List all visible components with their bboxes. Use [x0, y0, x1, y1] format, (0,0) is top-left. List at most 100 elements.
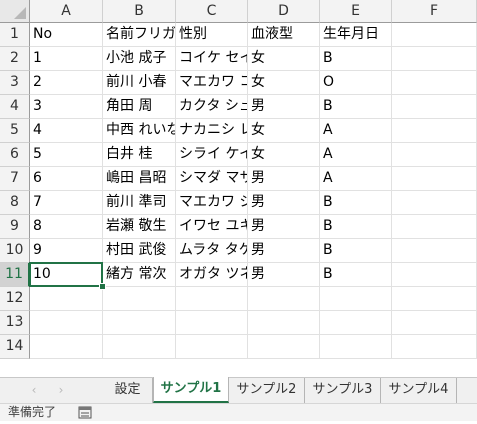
tab-scroll-left-icon[interactable]: ‹	[26, 382, 42, 398]
cell-e1[interactable]: 生年月日	[320, 23, 392, 47]
cell-e5[interactable]: A	[320, 119, 392, 143]
column-header-a[interactable]: A	[30, 0, 103, 23]
cell-f9[interactable]	[392, 215, 477, 239]
cell-c1[interactable]: 性別	[176, 23, 248, 47]
row-header-6[interactable]: 6	[0, 143, 30, 167]
cell-f7[interactable]	[392, 167, 477, 191]
column-header-e[interactable]: E	[320, 0, 392, 23]
cell-c2[interactable]: コイケ セイコ	[176, 47, 248, 71]
cell-a7[interactable]: 6	[30, 167, 103, 191]
cell-f3[interactable]	[392, 71, 477, 95]
cell-e14[interactable]	[320, 335, 392, 359]
cell-e8[interactable]: B	[320, 191, 392, 215]
cell-f14[interactable]	[392, 335, 477, 359]
cell-c5[interactable]: ナカニシ レイナ	[176, 119, 248, 143]
cell-b11[interactable]: 緒方 常次	[103, 263, 176, 287]
cell-e3[interactable]: O	[320, 71, 392, 95]
row-header-9[interactable]: 9	[0, 215, 30, 239]
cell-e9[interactable]: B	[320, 215, 392, 239]
cell-a8[interactable]: 7	[30, 191, 103, 215]
cell-d12[interactable]	[248, 287, 320, 311]
cell-e6[interactable]: A	[320, 143, 392, 167]
cell-b2[interactable]: 小池 成子	[103, 47, 176, 71]
cell-d7[interactable]: 男	[248, 167, 320, 191]
cell-b7[interactable]: 嶋田 昌昭	[103, 167, 176, 191]
cell-a9[interactable]: 8	[30, 215, 103, 239]
cell-e10[interactable]: B	[320, 239, 392, 263]
cell-f5[interactable]	[392, 119, 477, 143]
cell-e13[interactable]	[320, 311, 392, 335]
cell-e11[interactable]: B	[320, 263, 392, 287]
cell-d13[interactable]	[248, 311, 320, 335]
cell-a13[interactable]	[30, 311, 103, 335]
cell-a10[interactable]: 9	[30, 239, 103, 263]
row-header-14[interactable]: 14	[0, 335, 30, 359]
select-all-button[interactable]	[0, 0, 30, 23]
cell-f4[interactable]	[392, 95, 477, 119]
cell-e2[interactable]: B	[320, 47, 392, 71]
cell-d6[interactable]: 女	[248, 143, 320, 167]
row-header-2[interactable]: 2	[0, 47, 30, 71]
row-header-3[interactable]: 3	[0, 71, 30, 95]
cell-e7[interactable]: A	[320, 167, 392, 191]
cell-c7[interactable]: シマダ マサアキ	[176, 167, 248, 191]
column-header-d[interactable]: D	[248, 0, 320, 23]
cell-d2[interactable]: 女	[248, 47, 320, 71]
cell-b1[interactable]: 名前フリガナ	[103, 23, 176, 47]
sheet-tab-5[interactable]: サンプル4	[381, 378, 457, 403]
cell-d11[interactable]: 男	[248, 263, 320, 287]
cell-d8[interactable]: 男	[248, 191, 320, 215]
cell-a2[interactable]: 1	[30, 47, 103, 71]
sheet-tab-3[interactable]: サンプル2	[229, 378, 305, 403]
cell-c12[interactable]	[176, 287, 248, 311]
cell-e12[interactable]	[320, 287, 392, 311]
sheet-tab-1[interactable]: 設定	[103, 378, 153, 403]
cell-c9[interactable]: イワセ ユキオ	[176, 215, 248, 239]
cell-d9[interactable]: 男	[248, 215, 320, 239]
cell-b10[interactable]: 村田 武俊	[103, 239, 176, 263]
row-header-10[interactable]: 10	[0, 239, 30, 263]
cell-b9[interactable]: 岩瀬 敬生	[103, 215, 176, 239]
cell-b8[interactable]: 前川 準司	[103, 191, 176, 215]
row-header-7[interactable]: 7	[0, 167, 30, 191]
column-header-b[interactable]: B	[103, 0, 176, 23]
cell-d3[interactable]: 女	[248, 71, 320, 95]
row-header-8[interactable]: 8	[0, 191, 30, 215]
worksheet-grid[interactable]: ABCDEF 1No名前フリガナ性別血液型生年月日21小池 成子コイケ セイコ女…	[0, 0, 477, 377]
cell-c11[interactable]: オガタ ツネジ	[176, 263, 248, 287]
tab-scroll-right-icon[interactable]: ›	[53, 382, 69, 398]
cell-b6[interactable]: 白井 桂	[103, 143, 176, 167]
row-header-12[interactable]: 12	[0, 287, 30, 311]
cell-f2[interactable]	[392, 47, 477, 71]
cell-a11[interactable]: 10	[30, 263, 103, 287]
column-header-c[interactable]: C	[176, 0, 248, 23]
cell-b4[interactable]: 角田 周	[103, 95, 176, 119]
row-header-13[interactable]: 13	[0, 311, 30, 335]
cell-f13[interactable]	[392, 311, 477, 335]
cell-b12[interactable]	[103, 287, 176, 311]
cell-d5[interactable]: 女	[248, 119, 320, 143]
cell-c8[interactable]: マエカワ ジュンジ	[176, 191, 248, 215]
cell-a12[interactable]	[30, 287, 103, 311]
cell-a6[interactable]: 5	[30, 143, 103, 167]
cell-c6[interactable]: シライ ケイ	[176, 143, 248, 167]
cell-d14[interactable]	[248, 335, 320, 359]
cell-b13[interactable]	[103, 311, 176, 335]
cell-c4[interactable]: カクタ シュウ	[176, 95, 248, 119]
cell-a14[interactable]	[30, 335, 103, 359]
row-header-1[interactable]: 1	[0, 23, 30, 47]
cell-a4[interactable]: 3	[30, 95, 103, 119]
cell-f12[interactable]	[392, 287, 477, 311]
cell-f1[interactable]	[392, 23, 477, 47]
cell-d1[interactable]: 血液型	[248, 23, 320, 47]
cell-c14[interactable]	[176, 335, 248, 359]
cell-f11[interactable]	[392, 263, 477, 287]
row-header-5[interactable]: 5	[0, 119, 30, 143]
cell-c3[interactable]: マエカワ コハル	[176, 71, 248, 95]
sheet-tab-2[interactable]: サンプル1	[153, 377, 229, 403]
macro-record-icon[interactable]	[78, 406, 92, 424]
cell-f6[interactable]	[392, 143, 477, 167]
cell-a1[interactable]: No	[30, 23, 103, 47]
cell-d10[interactable]: 男	[248, 239, 320, 263]
cell-c13[interactable]	[176, 311, 248, 335]
